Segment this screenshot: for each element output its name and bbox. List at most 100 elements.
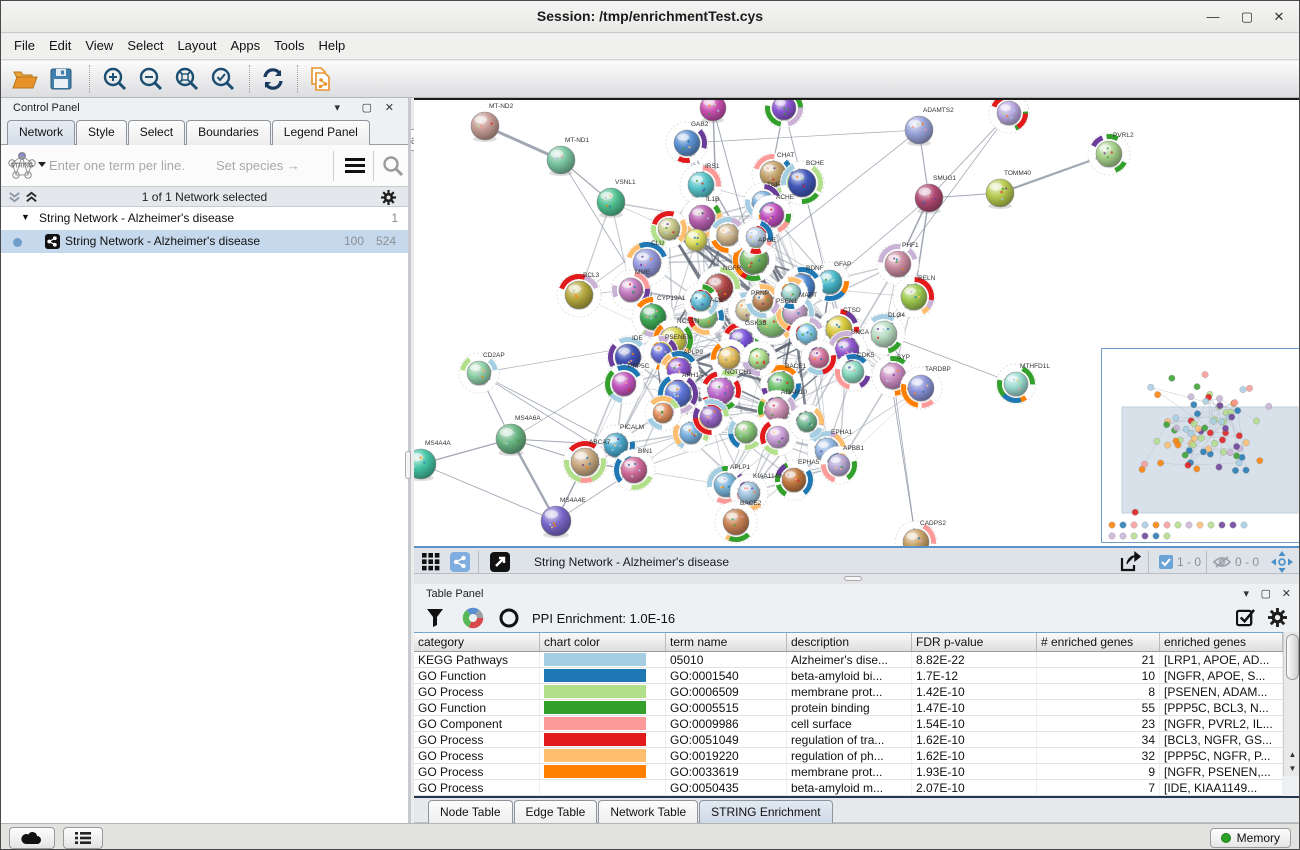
tab-string-enrichment[interactable]: STRING Enrichment — [699, 800, 832, 825]
tab-legend-panel[interactable]: Legend Panel — [272, 120, 370, 145]
string-options-button[interactable] — [345, 158, 365, 173]
column-header-description[interactable]: description — [787, 633, 912, 651]
gear-icon[interactable] — [1268, 608, 1287, 627]
tab-network[interactable]: Network — [7, 120, 75, 145]
network-collection-row[interactable]: ▼ String Network - Alzheimer's disease 1 — [1, 207, 408, 230]
zoom-out-button[interactable] — [135, 64, 167, 94]
menu-edit[interactable]: Edit — [42, 34, 78, 57]
column-header-term-name[interactable]: term name — [666, 633, 787, 651]
panel-resize-grip[interactable] — [405, 451, 411, 479]
network-view[interactable]: MT-ND2GAB2MT-ND1VSNL1IRS1CHATBCHEADAMTS2… — [414, 98, 1300, 546]
network-node[interactable] — [414, 449, 436, 481]
select-columns-icon[interactable] — [1236, 608, 1255, 627]
tab-network-table[interactable]: Network Table — [598, 800, 698, 825]
task-list-button[interactable] — [63, 827, 103, 849]
menu-tools[interactable]: Tools — [267, 34, 311, 57]
panel-float-icon[interactable]: ▢ — [362, 101, 372, 114]
menu-apps[interactable]: Apps — [224, 34, 268, 57]
horizontal-divider[interactable] — [414, 574, 1300, 584]
menu-layout[interactable]: Layout — [170, 34, 223, 57]
birdseye-viewport[interactable] — [1122, 407, 1298, 513]
scroll-down-button[interactable]: ▼ — [1285, 762, 1300, 776]
minimize-button[interactable]: — — [1205, 9, 1221, 25]
menu-help[interactable]: Help — [312, 34, 353, 57]
tab-style[interactable]: Style — [76, 120, 127, 145]
node-label: TARDBP — [925, 366, 951, 373]
chevron-down-icon[interactable] — [38, 162, 46, 167]
save-session-button[interactable] — [45, 64, 77, 94]
panel-float-icon[interactable]: ▢ — [1261, 587, 1271, 600]
birds-eye-view[interactable] — [1101, 348, 1300, 543]
panel-menu-icon[interactable]: ▾ — [334, 101, 340, 114]
tab-boundaries[interactable]: Boundaries — [186, 120, 271, 145]
scrollbar-thumb[interactable] — [1286, 634, 1299, 680]
tab-edge-table[interactable]: Edge Table — [514, 800, 598, 825]
maximize-button[interactable]: ▢ — [1239, 9, 1255, 25]
tab-select[interactable]: Select — [128, 120, 185, 145]
panel-menu-icon[interactable]: ▾ — [1243, 587, 1249, 600]
tab-node-table[interactable]: Node Table — [428, 800, 513, 825]
column-header-category[interactable]: category — [414, 633, 540, 651]
network-node[interactable] — [471, 112, 499, 142]
string-search-icon[interactable] — [382, 155, 404, 177]
table-row[interactable]: GO ProcessGO:0006509membrane prot...1.42… — [414, 684, 1283, 700]
network-node[interactable] — [547, 146, 575, 176]
donut-chart-icon[interactable] — [462, 607, 484, 629]
panel-close-icon[interactable]: ✕ — [385, 101, 394, 114]
open-in-string-button[interactable] — [490, 551, 510, 573]
string-logo-icon[interactable]: STRING — [7, 151, 37, 181]
network-node[interactable] — [700, 100, 726, 123]
tree-expander-icon[interactable]: ▼ — [21, 212, 30, 222]
table-scrollbar[interactable]: ▲ ▼ — [1283, 632, 1300, 776]
close-button[interactable]: ✕ — [1271, 9, 1287, 25]
menu-view[interactable]: View — [78, 34, 120, 57]
scroll-up-button[interactable]: ▲ — [1285, 748, 1300, 762]
table-row[interactable]: GO FunctionGO:0001540beta-amyloid bi...1… — [414, 668, 1283, 684]
table-row[interactable]: GO ProcessGO:0033619membrane prot...1.93… — [414, 764, 1283, 780]
column-header-chart-color[interactable]: chart color — [540, 633, 666, 651]
network-node[interactable] — [597, 188, 625, 218]
export-network-button[interactable] — [1119, 551, 1141, 573]
memory-button[interactable]: Memory — [1210, 828, 1291, 848]
gear-icon[interactable] — [381, 190, 396, 205]
title-bar[interactable]: Session: /tmp/enrichmentTest.cys — ▢ ✕ — [1, 1, 1299, 33]
open-session-button[interactable] — [9, 64, 41, 94]
table-row[interactable]: GO ProcessGO:0019220regulation of ph...1… — [414, 748, 1283, 764]
refresh-button[interactable] — [257, 64, 289, 94]
network-node[interactable] — [496, 424, 526, 456]
menu-select[interactable]: Select — [120, 34, 170, 57]
zoom-in-button[interactable] — [99, 64, 131, 94]
panel-close-icon[interactable]: ✕ — [1282, 587, 1291, 600]
network-row-selected[interactable]: String Network - Alzheimer's disease 100… — [1, 230, 408, 253]
table-row[interactable]: GO ProcessGO:0051049regulation of tra...… — [414, 732, 1283, 748]
string-query-input[interactable]: Enter one term per line. — [49, 158, 185, 173]
column-header-enriched-genes[interactable]: enriched genes — [1160, 633, 1283, 651]
network-node[interactable] — [541, 506, 571, 538]
network-node[interactable] — [915, 184, 943, 214]
enrichment-table[interactable]: categorychart colorterm namedescriptionF… — [414, 632, 1283, 796]
column-header--enriched-genes[interactable]: # enriched genes — [1037, 633, 1160, 651]
table-row[interactable]: GO FunctionGO:0005515protein binding1.47… — [414, 700, 1283, 716]
table-row[interactable]: GO ComponentGO:0009986cell surface1.54E-… — [414, 716, 1283, 732]
network-node[interactable] — [762, 100, 806, 130]
network-node[interactable] — [986, 179, 1014, 209]
zoom-fit-button[interactable] — [171, 64, 203, 94]
clone-network-button[interactable] — [305, 64, 337, 94]
divider-grip[interactable] — [844, 576, 862, 581]
network-node[interactable] — [685, 229, 707, 253]
menu-file[interactable]: File — [7, 34, 42, 57]
zoom-selected-button[interactable] — [207, 64, 239, 94]
cloud-button[interactable] — [9, 827, 55, 849]
node-label: PVRL2 — [1113, 132, 1134, 139]
birdseye-toggle-button[interactable] — [422, 551, 440, 573]
column-header-FDR-p-value[interactable]: FDR p-value — [912, 633, 1037, 651]
table-row[interactable]: KEGG Pathways05010Alzheimer's dise...8.8… — [414, 652, 1283, 668]
navigate-button[interactable] — [1271, 551, 1293, 573]
ring-chart-icon[interactable] — [498, 607, 520, 629]
table-row[interactable]: GO ProcessGO:0050435beta-amyloid m...2.0… — [414, 780, 1283, 796]
node-label: CTSD — [843, 307, 861, 314]
network-node[interactable] — [905, 116, 933, 146]
string-share-button[interactable] — [450, 551, 470, 573]
filter-icon[interactable] — [426, 608, 444, 627]
set-species-label[interactable]: Set species → — [216, 158, 300, 173]
